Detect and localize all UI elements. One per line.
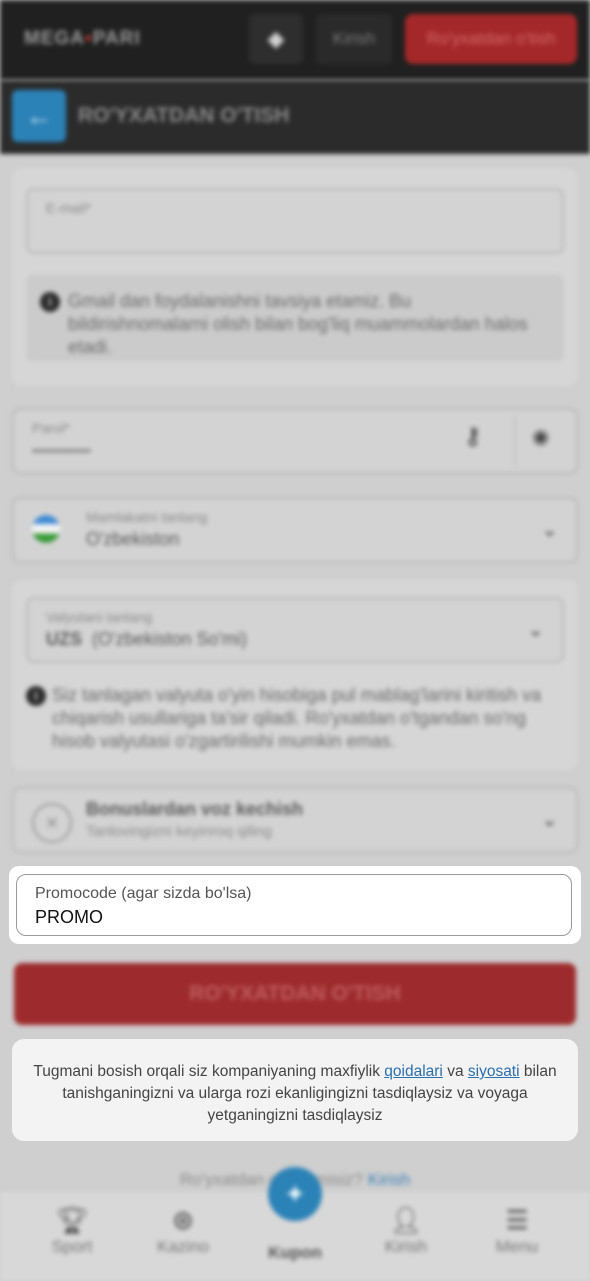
user-icon: 👤︎ bbox=[389, 1205, 423, 1235]
eye-off-icon[interactable]: ◉ bbox=[532, 424, 549, 449]
arrow-left-icon: ← bbox=[26, 101, 52, 131]
nav-kirish[interactable]: 👤︎ Kirish bbox=[361, 1203, 451, 1257]
currency-value: UZS (O'zbekiston So'mi) bbox=[46, 629, 247, 650]
nav-menu[interactable]: ☰ Menu bbox=[472, 1203, 562, 1257]
password-field[interactable]: Parol* •••••••••••••• ⚷ ◉ bbox=[12, 408, 578, 474]
bottom-nav: 🏆︎ Sport ⊛ Kazino ✦ Kupon 👤︎ Kirish ☰ Menu bbox=[0, 1167, 590, 1281]
terms-notice: Tugmani bosish orqali siz kompaniyaning … bbox=[12, 1039, 578, 1141]
currency-label: Valyutani tanlang bbox=[46, 609, 153, 625]
nav-sport-label: Sport bbox=[51, 1237, 93, 1256]
bonus-select[interactable]: × Bonuslardan voz kechish Tanlovingizni … bbox=[12, 787, 578, 853]
page-title: RO'YXATDAN O'TISH bbox=[78, 104, 290, 127]
country-select[interactable]: Mamlakatni tanlang O'zbekiston ⌄ bbox=[12, 497, 578, 563]
terms-text-1: Tugmani bosish orqali siz kompaniyaning … bbox=[33, 1063, 385, 1080]
info-icon: i bbox=[40, 292, 60, 312]
ticket-icon: ✦ bbox=[284, 1179, 306, 1209]
email-hint-box: i Gmail dan foydalanishni tavsiya etamiz… bbox=[26, 274, 564, 362]
bonus-subtitle: Tanlovingizni keyinroq qiling bbox=[86, 823, 272, 840]
currency-name: (O'zbekiston So'mi) bbox=[92, 629, 247, 649]
nav-kupon-label: Kupon bbox=[268, 1243, 322, 1262]
login-button[interactable]: Kirish bbox=[316, 14, 392, 64]
nav-kupon[interactable]: ✦ bbox=[268, 1167, 322, 1221]
gem-button[interactable]: ◆ bbox=[249, 14, 303, 64]
promocode-value: PROMO bbox=[35, 907, 104, 927]
nav-kazino-label: Kazino bbox=[157, 1237, 209, 1256]
promocode-input[interactable]: Promocode (agar sizda bo'lsa) PROMO bbox=[16, 874, 572, 936]
trophy-icon: 🏆︎ bbox=[55, 1205, 89, 1235]
logo-dot: ▪ bbox=[85, 28, 93, 49]
back-button[interactable]: ← bbox=[12, 90, 66, 142]
password-label: Parol* bbox=[32, 420, 71, 436]
email-field[interactable]: E-mail* bbox=[26, 188, 564, 254]
close-circle-icon: × bbox=[32, 803, 72, 843]
country-value: O'zbekiston bbox=[86, 529, 180, 549]
nav-menu-label: Menu bbox=[495, 1237, 539, 1256]
top-bar: MEGA▪PARI ◆ Kirish Ro'yxatdan o'tish bbox=[0, 0, 590, 80]
bonus-title: Bonuslardan voz kechish bbox=[86, 799, 304, 819]
login-link[interactable]: Kirish bbox=[368, 1170, 411, 1189]
chip-icon: ⊛ bbox=[172, 1205, 194, 1235]
currency-select[interactable]: Valyutani tanlang UZS (O'zbekiston So'mi… bbox=[26, 597, 564, 663]
password-value: •••••••••••••• bbox=[32, 444, 91, 458]
nav-sport[interactable]: 🏆︎ Sport bbox=[27, 1203, 117, 1257]
diamond-icon: ◆ bbox=[267, 26, 285, 51]
submit-register-button[interactable]: RO'YXATDAN O'TISH bbox=[14, 963, 576, 1025]
key-icon[interactable]: ⚷ bbox=[464, 422, 482, 451]
logo-text-left: MEGA bbox=[24, 28, 85, 49]
promo-highlight: Promocode (agar sizda bo'lsa) PROMO bbox=[9, 866, 581, 944]
nav-kazino[interactable]: ⊛ Kazino bbox=[138, 1203, 228, 1257]
logo[interactable]: MEGA▪PARI bbox=[24, 28, 141, 50]
chevron-down-icon: ⌄ bbox=[527, 619, 544, 641]
register-button[interactable]: Ro'yxatdan o'tish bbox=[405, 14, 577, 64]
chevron-down-icon: ⌄ bbox=[541, 519, 558, 541]
currency-code: UZS bbox=[46, 629, 82, 649]
email-hint-text: Gmail dan foydalanishni tavsiya etamiz. … bbox=[68, 291, 528, 357]
sub-header: ← RO'YXATDAN O'TISH bbox=[0, 80, 590, 154]
nav-kirish-label: Kirish bbox=[384, 1237, 428, 1256]
rules-link[interactable]: qoidalari bbox=[384, 1063, 443, 1080]
info-icon: i bbox=[26, 686, 46, 706]
chevron-down-icon: ⌄ bbox=[541, 809, 558, 831]
logo-text-right: PARI bbox=[92, 28, 141, 49]
promocode-label: Promocode (agar sizda bo'lsa) bbox=[35, 885, 252, 902]
email-label: E-mail* bbox=[46, 200, 92, 216]
terms-text-2: va bbox=[442, 1063, 468, 1080]
policy-link[interactable]: siyosati bbox=[468, 1063, 520, 1080]
menu-icon: ☰ bbox=[505, 1205, 529, 1235]
country-label: Mamlakatni tanlang bbox=[86, 509, 208, 525]
currency-hint-text: Siz tanlagan valyuta o'yin hisobiga pul … bbox=[52, 685, 542, 751]
uzbekistan-flag-icon bbox=[32, 515, 60, 543]
divider bbox=[514, 416, 516, 466]
